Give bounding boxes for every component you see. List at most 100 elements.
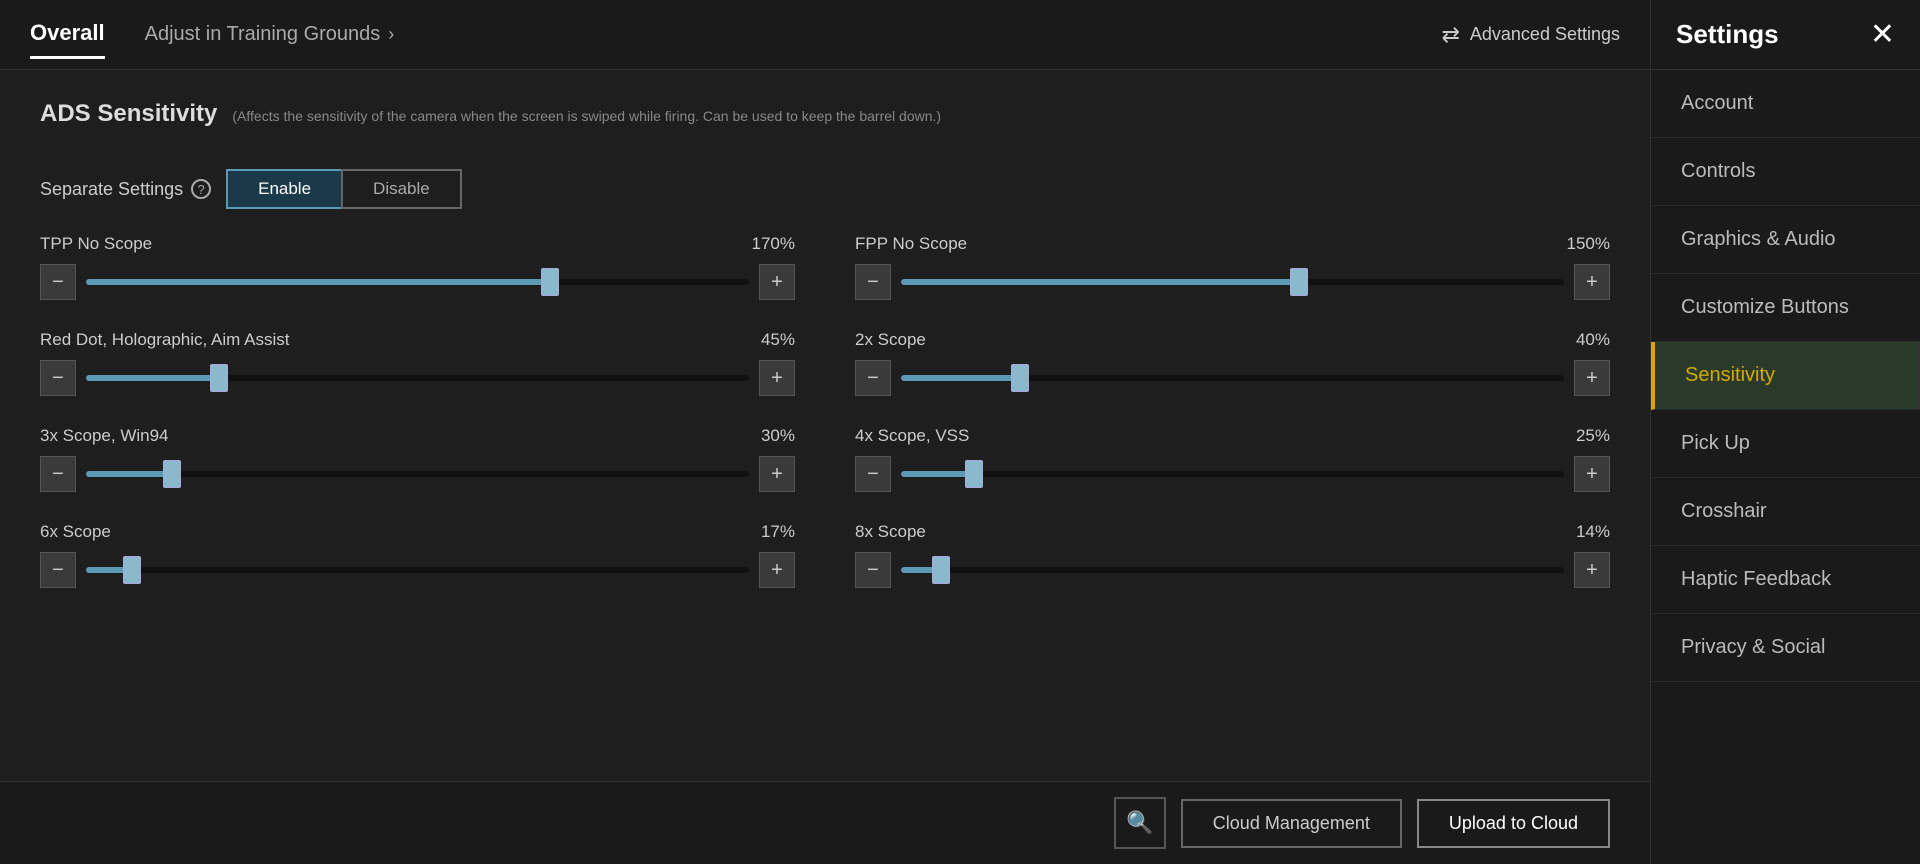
slider-increase-button[interactable]: +: [1574, 456, 1610, 492]
slider-thumb[interactable]: [965, 460, 983, 488]
search-button[interactable]: 🔍: [1114, 797, 1166, 849]
training-label: Adjust in Training Grounds: [145, 23, 381, 46]
close-button[interactable]: ✕: [1870, 20, 1895, 50]
slider-value: 40%: [1576, 330, 1610, 350]
slider-decrease-button[interactable]: −: [40, 360, 76, 396]
slider-label: Red Dot, Holographic, Aim Assist: [40, 330, 289, 350]
slider-decrease-button[interactable]: −: [40, 264, 76, 300]
slider-decrease-button[interactable]: −: [855, 360, 891, 396]
section-description: (Affects the sensitivity of the camera w…: [232, 108, 941, 124]
sliders-grid: TPP No Scope 170% − + FPP No Scope 150% …: [40, 234, 1610, 588]
slider-thumb[interactable]: [1011, 364, 1029, 392]
separate-settings-label: Separate Settings ?: [40, 179, 211, 200]
sidebar-item-customize-buttons[interactable]: Customize Buttons: [1651, 274, 1920, 342]
main-content: Overall Adjust in Training Grounds › ⇄ A…: [0, 0, 1650, 864]
slider-decrease-button[interactable]: −: [40, 456, 76, 492]
settings-title: Settings: [1676, 19, 1779, 50]
slider-item: Red Dot, Holographic, Aim Assist 45% − +: [40, 330, 795, 396]
separate-settings-text: Separate Settings: [40, 179, 183, 200]
enable-button[interactable]: Enable: [226, 169, 341, 209]
slider-value: 150%: [1567, 234, 1610, 254]
sidebar-item-sensitivity[interactable]: Sensitivity: [1651, 342, 1920, 410]
slider-thumb[interactable]: [210, 364, 228, 392]
slider-track[interactable]: [901, 375, 1564, 381]
disable-button[interactable]: Disable: [341, 169, 462, 209]
sidebar-nav: AccountControlsGraphics & AudioCustomize…: [1651, 70, 1920, 864]
slider-track[interactable]: [901, 471, 1564, 477]
toggle-group: Enable Disable: [226, 169, 462, 209]
slider-decrease-button[interactable]: −: [855, 552, 891, 588]
slider-item: TPP No Scope 170% − +: [40, 234, 795, 300]
tab-overall[interactable]: Overall: [30, 10, 105, 59]
slider-track[interactable]: [901, 279, 1564, 285]
slider-track[interactable]: [86, 567, 749, 573]
slider-label: TPP No Scope: [40, 234, 152, 254]
section-title: ADS Sensitivity: [40, 100, 217, 128]
advanced-settings-button[interactable]: ⇄ Advanced Settings: [1441, 22, 1620, 48]
slider-thumb[interactable]: [1290, 268, 1308, 296]
slider-label: 4x Scope, VSS: [855, 426, 969, 446]
sidebar-item-account[interactable]: Account: [1651, 70, 1920, 138]
slider-header: 4x Scope, VSS 25%: [855, 426, 1610, 446]
section-title-row: ADS Sensitivity (Affects the sensitivity…: [40, 100, 1610, 149]
sidebar-item-controls[interactable]: Controls: [1651, 138, 1920, 206]
sidebar-item-pick-up[interactable]: Pick Up: [1651, 410, 1920, 478]
slider-track[interactable]: [86, 471, 749, 477]
slider-item: 3x Scope, Win94 30% − +: [40, 426, 795, 492]
top-nav: Overall Adjust in Training Grounds › ⇄ A…: [0, 0, 1650, 70]
slider-control: − +: [855, 456, 1610, 492]
slider-increase-button[interactable]: +: [1574, 360, 1610, 396]
chevron-right-icon: ›: [388, 24, 394, 45]
slider-value: 30%: [761, 426, 795, 446]
upload-to-cloud-button[interactable]: Upload to Cloud: [1417, 799, 1610, 848]
slider-thumb[interactable]: [163, 460, 181, 488]
slider-decrease-button[interactable]: −: [855, 456, 891, 492]
slider-label: 6x Scope: [40, 522, 111, 542]
slider-value: 14%: [1576, 522, 1610, 542]
slider-decrease-button[interactable]: −: [40, 552, 76, 588]
slider-track[interactable]: [86, 279, 749, 285]
slider-increase-button[interactable]: +: [759, 360, 795, 396]
slider-label: 2x Scope: [855, 330, 926, 350]
slider-control: − +: [40, 264, 795, 300]
slider-thumb[interactable]: [541, 268, 559, 296]
slider-label: FPP No Scope: [855, 234, 967, 254]
slider-value: 25%: [1576, 426, 1610, 446]
slider-decrease-button[interactable]: −: [855, 264, 891, 300]
sidebar-item-graphics-audio[interactable]: Graphics & Audio: [1651, 206, 1920, 274]
advanced-settings-label: Advanced Settings: [1470, 24, 1620, 45]
slider-control: − +: [40, 456, 795, 492]
slider-fill: [901, 375, 1020, 381]
slider-track[interactable]: [86, 375, 749, 381]
sidebar-item-privacy-social[interactable]: Privacy & Social: [1651, 614, 1920, 682]
slider-thumb[interactable]: [932, 556, 950, 584]
slider-increase-button[interactable]: +: [759, 552, 795, 588]
slider-thumb[interactable]: [123, 556, 141, 584]
slider-increase-button[interactable]: +: [759, 456, 795, 492]
slider-header: TPP No Scope 170%: [40, 234, 795, 254]
slider-item: 4x Scope, VSS 25% − +: [855, 426, 1610, 492]
slider-control: − +: [40, 360, 795, 396]
cloud-management-button[interactable]: Cloud Management: [1181, 799, 1402, 848]
slider-header: Red Dot, Holographic, Aim Assist 45%: [40, 330, 795, 350]
info-icon[interactable]: ?: [191, 179, 211, 199]
slider-value: 170%: [752, 234, 795, 254]
tab-training[interactable]: Adjust in Training Grounds ›: [145, 23, 395, 46]
slider-item: FPP No Scope 150% − +: [855, 234, 1610, 300]
slider-increase-button[interactable]: +: [1574, 552, 1610, 588]
slider-increase-button[interactable]: +: [759, 264, 795, 300]
swap-icon: ⇄: [1441, 22, 1459, 48]
slider-fill: [901, 279, 1299, 285]
slider-control: − +: [855, 552, 1610, 588]
slider-header: 6x Scope 17%: [40, 522, 795, 542]
slider-header: FPP No Scope 150%: [855, 234, 1610, 254]
content-body: ADS Sensitivity (Affects the sensitivity…: [0, 70, 1650, 781]
slider-value: 17%: [761, 522, 795, 542]
sidebar-item-crosshair[interactable]: Crosshair: [1651, 478, 1920, 546]
slider-fill: [86, 279, 550, 285]
slider-header: 8x Scope 14%: [855, 522, 1610, 542]
sidebar-item-haptic-feedback[interactable]: Haptic Feedback: [1651, 546, 1920, 614]
slider-track[interactable]: [901, 567, 1564, 573]
search-icon: 🔍: [1126, 810, 1153, 836]
slider-increase-button[interactable]: +: [1574, 264, 1610, 300]
